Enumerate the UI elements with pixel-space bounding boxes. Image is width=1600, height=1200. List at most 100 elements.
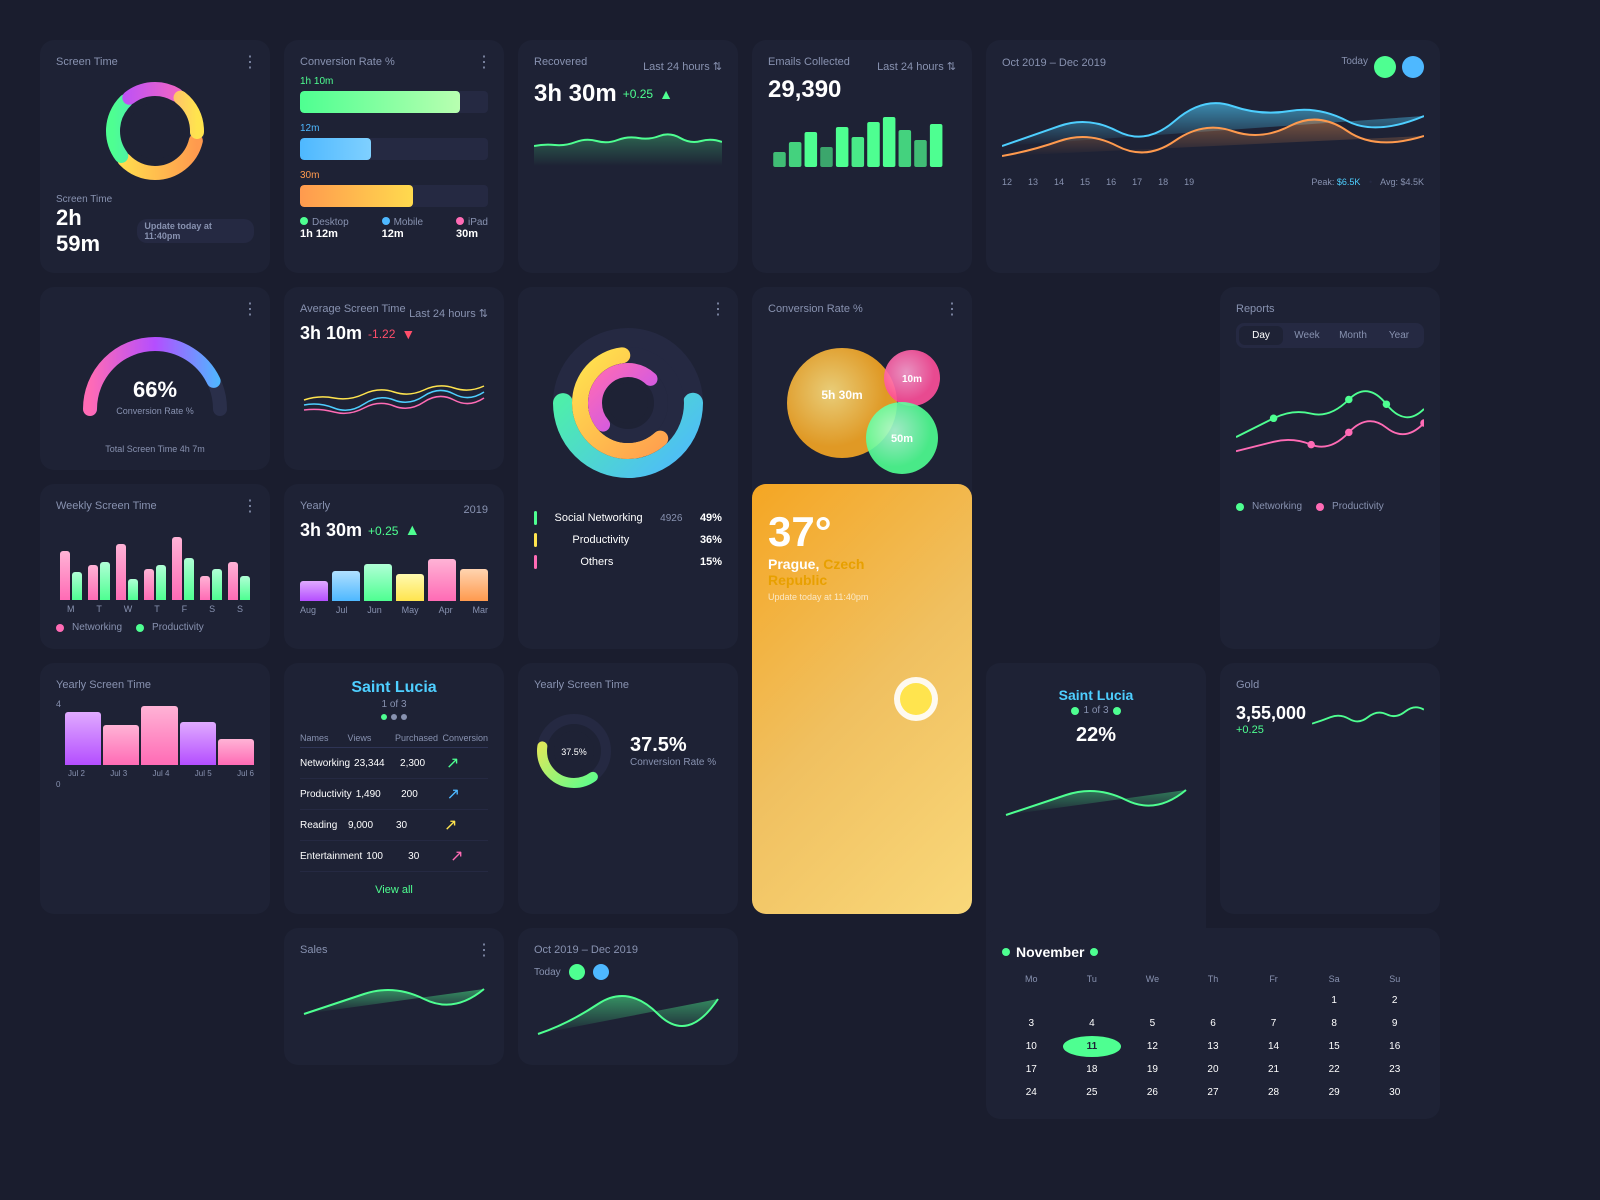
- oct-r5-chart: [534, 984, 722, 1044]
- cal-day[interactable]: 19: [1123, 1059, 1182, 1080]
- recovered1-change: +0.25: [623, 87, 653, 101]
- cal-day[interactable]: 20: [1184, 1059, 1243, 1080]
- avg-screen-title: Average Screen Time: [300, 303, 406, 315]
- cal-day[interactable]: 5: [1123, 1013, 1182, 1034]
- cal-day[interactable]: [1063, 990, 1122, 1011]
- cal-day[interactable]: 23: [1365, 1059, 1424, 1080]
- tab-day[interactable]: Day: [1239, 326, 1283, 345]
- weekly-card: Weekly Screen Time ⋮: [40, 484, 270, 649]
- yearly-small-card: Yearly 2019 3h 30m +0.25 ▲ Aug Jul Jun M…: [284, 484, 504, 649]
- weather-update: Update today at 11:40pm: [768, 592, 876, 602]
- bar-label-3: 30m: [300, 170, 488, 181]
- cat-pct-other: 15%: [700, 556, 722, 568]
- cal-day[interactable]: 13: [1184, 1036, 1243, 1057]
- tab-year[interactable]: Year: [1377, 326, 1421, 345]
- emails-value: 29,390: [768, 76, 956, 104]
- table-row: Networking 23,344 2,300 ↗: [300, 748, 488, 779]
- cal-day[interactable]: 17: [1002, 1059, 1061, 1080]
- cal-day[interactable]: 10: [1002, 1036, 1061, 1057]
- svg-text:5h 30m: 5h 30m: [821, 388, 862, 402]
- bar-label-2: 12m: [300, 123, 488, 134]
- cal-day[interactable]: 29: [1305, 1082, 1364, 1103]
- cal-day[interactable]: 21: [1244, 1059, 1303, 1080]
- oct-peak-val: $6.5K: [1337, 177, 1361, 187]
- oct-avg-label: Avg:: [1380, 177, 1400, 187]
- weekly-bar-chart: [56, 520, 254, 600]
- avg-screen-chart: [300, 350, 488, 430]
- donut-conv-menu[interactable]: ⋮: [710, 299, 726, 319]
- tab-month[interactable]: Month: [1331, 326, 1375, 345]
- cal-day[interactable]: 7: [1244, 1013, 1303, 1034]
- svg-text:37.5%: 37.5%: [561, 747, 587, 757]
- cal-day[interactable]: 16: [1365, 1036, 1424, 1057]
- sl2-title: Saint Lucia: [1002, 687, 1190, 703]
- cal-day[interactable]: 14: [1244, 1036, 1303, 1057]
- emails-card: Emails Collected Last 24 hours ⇅ 29,390: [752, 40, 972, 273]
- cal-day[interactable]: 22: [1305, 1059, 1364, 1080]
- emails-title: Emails Collected: [768, 56, 850, 68]
- cal-day[interactable]: [1244, 990, 1303, 1011]
- gold-card: Gold 3,55,000 +0.25: [1220, 663, 1440, 914]
- reports-legend-prod-label: Productivity: [1332, 501, 1384, 512]
- cal-day[interactable]: 27: [1184, 1082, 1243, 1103]
- cal-today[interactable]: 11: [1063, 1036, 1122, 1057]
- cal-day[interactable]: 15: [1305, 1036, 1364, 1057]
- cal-day[interactable]: 2: [1365, 990, 1424, 1011]
- emails-subtitle: Last 24 hours ⇅: [877, 60, 956, 73]
- cal-day[interactable]: 6: [1184, 1013, 1243, 1034]
- gold-value: 3,55,000: [1236, 703, 1306, 724]
- tab-week[interactable]: Week: [1285, 326, 1329, 345]
- cal-day[interactable]: 24: [1002, 1082, 1061, 1103]
- yearly-small-change: +0.25: [368, 524, 398, 538]
- cal-day[interactable]: 9: [1365, 1013, 1424, 1034]
- weekly-net-label: Networking: [72, 622, 122, 633]
- weekly-menu[interactable]: ⋮: [242, 496, 258, 516]
- yearly-small-title: Yearly: [300, 500, 330, 512]
- recovered1-sparkline: [534, 116, 722, 166]
- cal-header-tu: Tu: [1063, 970, 1122, 988]
- cal-day[interactable]: 25: [1063, 1082, 1122, 1103]
- conv-rate-menu[interactable]: ⋮: [476, 52, 492, 72]
- conv-bubbles-menu[interactable]: ⋮: [944, 299, 960, 319]
- legend-mobile-label: Mobile: [394, 217, 423, 228]
- cal-day[interactable]: [1184, 990, 1243, 1011]
- yearly-bottom-card: Yearly Screen Time 4 Jul 2 Jul 3 Jul 4 J…: [40, 663, 270, 914]
- view-all-link[interactable]: View all: [375, 884, 413, 896]
- screen-time-card: Screen Time ⋮: [40, 40, 270, 273]
- screen-time-title: Screen Time: [56, 56, 254, 68]
- cal-day[interactable]: 18: [1063, 1059, 1122, 1080]
- cal-day[interactable]: 26: [1123, 1082, 1182, 1103]
- avg-screen-change: -1.22: [368, 327, 395, 341]
- gauge-card: ⋮ 66% Conversion Rate % Total Screen Tim…: [40, 287, 270, 470]
- avg-screen-card: Average Screen Time Last 24 hours ⇅ 3h 1…: [284, 287, 504, 470]
- cal-day[interactable]: 1: [1305, 990, 1364, 1011]
- cal-day[interactable]: 4: [1063, 1013, 1122, 1034]
- cat-label-other: Others: [580, 556, 613, 568]
- cat-pct-prod: 36%: [700, 534, 722, 546]
- svg-text:50m: 50m: [891, 433, 913, 445]
- cal-day[interactable]: 28: [1244, 1082, 1303, 1103]
- cal-day[interactable]: 3: [1002, 1013, 1061, 1034]
- cat-count-sn: 4926: [660, 513, 682, 524]
- cal-day[interactable]: 12: [1123, 1036, 1182, 1057]
- avg-screen-value: 3h 10m: [300, 323, 362, 344]
- svg-text:Conversion Rate %: Conversion Rate %: [116, 406, 194, 416]
- gold-sparkline: [1312, 699, 1424, 739]
- oct-x-15: 15: [1080, 177, 1090, 187]
- oct-avg-val: $4.5K: [1400, 177, 1424, 187]
- oct-x-19: 19: [1184, 177, 1194, 187]
- sales-menu[interactable]: ⋮: [476, 940, 492, 960]
- cal-day[interactable]: [1123, 990, 1182, 1011]
- conv-bubbles-title: Conversion Rate %: [768, 303, 956, 315]
- oct-dec-card: Oct 2019 – Dec 2019 Today: [986, 40, 1440, 273]
- cal-day[interactable]: 8: [1305, 1013, 1364, 1034]
- gauge-sub: Total Screen Time 4h 7m: [56, 444, 254, 454]
- screen-time-menu[interactable]: ⋮: [242, 52, 258, 72]
- cal-day[interactable]: [1002, 990, 1061, 1011]
- conversion-rate-bars-card: Conversion Rate % ⋮ 1h 10m 12m 30m: [284, 40, 504, 273]
- oct-x-17: 17: [1132, 177, 1142, 187]
- cal-day[interactable]: 30: [1365, 1082, 1424, 1103]
- oct-x-12: 12: [1002, 177, 1012, 187]
- saint-lucia-name: Saint Lucia: [300, 679, 488, 697]
- yearly-st-card: Yearly Screen Time 37.5% 37.5% Conversio…: [518, 663, 738, 914]
